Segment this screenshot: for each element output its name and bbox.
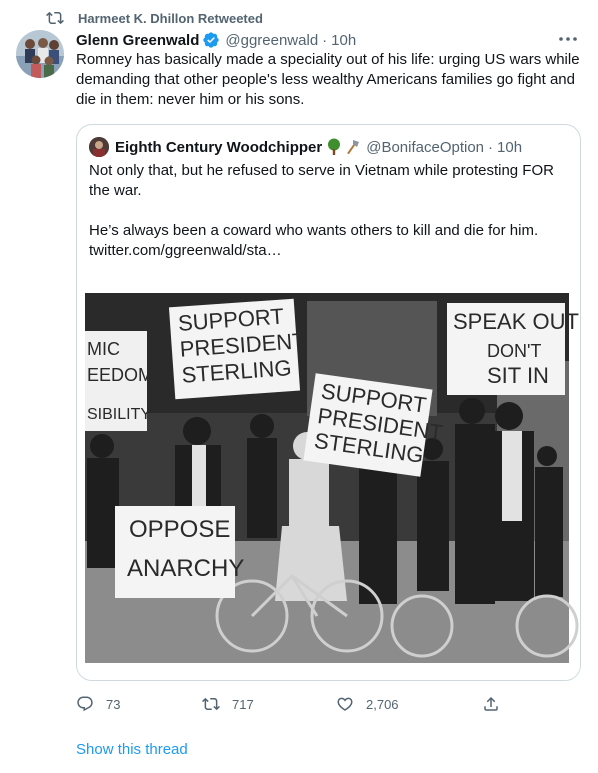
reply-icon	[77, 696, 93, 712]
retweet-button[interactable]: 717	[202, 695, 254, 713]
quoted-paragraph: Not only that, but he refused to serve i…	[89, 162, 554, 199]
reply-button[interactable]: 73	[76, 695, 120, 713]
retweet-count: 717	[232, 696, 254, 712]
quoted-paragraph: He’s always been a coward who wants othe…	[89, 222, 539, 239]
quoted-author-handle: @BonifaceOption	[366, 138, 485, 156]
verified-badge-icon	[203, 32, 220, 48]
retweet-icon	[46, 11, 64, 25]
tweet-text: Romney has basically made a speciality o…	[76, 51, 580, 108]
sign-text: MIC	[87, 339, 120, 359]
sign-text: SIT IN	[487, 363, 549, 388]
reply-count: 73	[106, 696, 121, 712]
sign-text: SPEAK OUT	[453, 309, 579, 334]
quoted-tweet-header: Eighth Century Woodchipper @BonifaceOpti…	[89, 137, 568, 157]
more-options-icon[interactable]	[556, 32, 580, 46]
retweeted-by-bar: Harmeet K. Dhillon Retweeted	[46, 9, 263, 27]
quoted-author-emoji	[326, 138, 360, 156]
tweet-actions: 73 717 2,706	[76, 695, 506, 715]
tweet-timestamp[interactable]: 10h	[331, 32, 356, 49]
tree-emoji-icon	[328, 138, 341, 155]
sign-text: DON'T	[487, 341, 541, 361]
sign-text: ANARCHY	[127, 555, 244, 582]
quoted-tweet-card[interactable]: Eighth Century Woodchipper @BonifaceOpti…	[76, 124, 581, 681]
quoted-link[interactable]: twitter.com/ggreenwald/sta…	[89, 241, 567, 261]
like-icon	[337, 697, 353, 711]
sign-text: OPPOSE	[129, 516, 230, 543]
axe-emoji-icon	[347, 140, 360, 155]
quoted-tweet-text: Not only that, but he refused to serve i…	[89, 161, 567, 261]
share-button[interactable]	[482, 695, 500, 713]
quoted-tweet-timestamp: 10h	[497, 138, 523, 156]
quoted-author-avatar	[89, 137, 109, 157]
sign-text: EEDOM	[87, 365, 153, 385]
tweet-header: Glenn Greenwald @ggreenwald · 10h	[76, 30, 582, 50]
share-icon	[484, 696, 498, 711]
separator-dot: ·	[488, 138, 494, 156]
avatar[interactable]	[16, 30, 64, 78]
author-handle[interactable]: @ggreenwald	[225, 32, 318, 49]
retweet-icon	[202, 697, 220, 711]
quoted-author-name: Eighth Century Woodchipper	[115, 138, 323, 156]
retweeted-by-text[interactable]: Harmeet K. Dhillon Retweeted	[78, 11, 263, 26]
like-button[interactable]: 2,706	[336, 695, 399, 713]
protest-photo[interactable]: SUPPORT PRESIDENT STERLING SUPPORT PRESI…	[77, 281, 580, 681]
like-count: 2,706	[366, 696, 399, 712]
author-name[interactable]: Glenn Greenwald	[76, 32, 199, 49]
separator-dot: ·	[322, 31, 328, 49]
sign-text: SIBILITY	[87, 406, 151, 423]
show-thread-link[interactable]: Show this thread	[76, 741, 188, 758]
